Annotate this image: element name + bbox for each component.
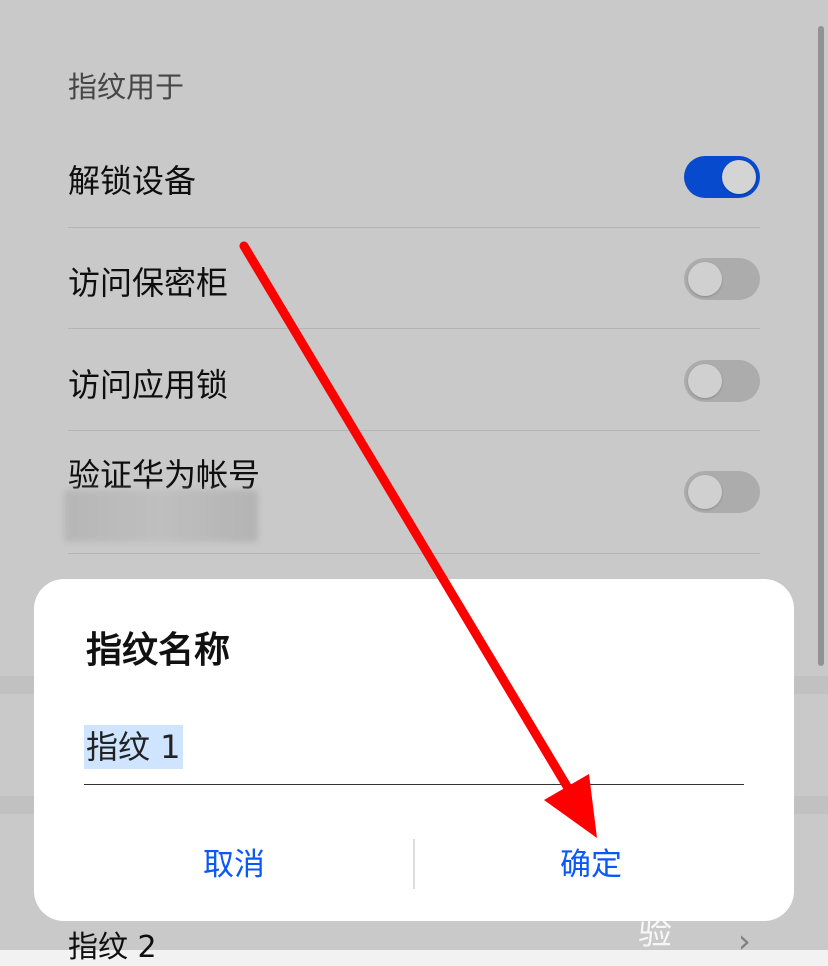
cancel-button[interactable]: 取消: [84, 835, 384, 895]
baidu-jingyan-watermark: Bai du 经验 jingyan.baidu.com: [634, 856, 794, 952]
watermark-sub: jingyan.baidu.com: [652, 900, 781, 917]
dialog-title: 指纹名称: [86, 630, 231, 671]
button-divider: [413, 839, 415, 889]
fingerprint-name-input[interactable]: 指纹 1: [84, 719, 744, 785]
selected-input-text: 指纹 1: [84, 725, 183, 769]
